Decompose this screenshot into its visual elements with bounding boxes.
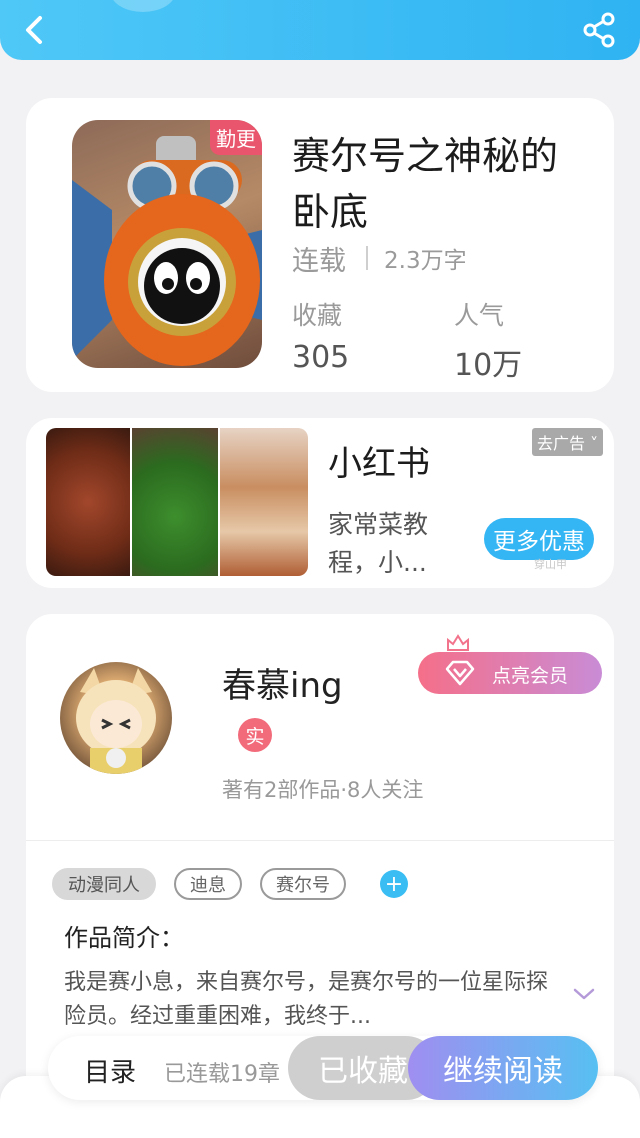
book-title: 赛尔号之神秘的卧底 bbox=[292, 134, 559, 234]
book-meta: 连载 2.3万字 bbox=[292, 240, 467, 277]
intro-title: 作品简介： bbox=[64, 924, 184, 952]
favorites-value: 305 bbox=[292, 340, 350, 375]
intro-text: 我是赛小息，来自赛尔号，是赛尔号的一位星际探险员。经过重重困难，我终于... bbox=[64, 970, 549, 1029]
popularity-label: 人气 bbox=[454, 301, 505, 330]
share-button[interactable] bbox=[580, 10, 620, 50]
author-stats: 著有2部作品·8人关注 bbox=[222, 778, 424, 802]
avatar-illustration bbox=[76, 668, 156, 774]
remove-ad-button[interactable]: 去广告 ˅ bbox=[532, 428, 604, 456]
author-name[interactable]: 春慕ing bbox=[222, 658, 343, 707]
tag-item[interactable]: 迪息 bbox=[174, 868, 242, 900]
share-icon bbox=[583, 12, 615, 48]
ad-image-recipes bbox=[220, 428, 308, 576]
chevron-left-icon bbox=[26, 16, 42, 44]
expand-intro-button[interactable] bbox=[572, 986, 596, 1002]
ad-image-greens bbox=[132, 428, 218, 576]
chapter-progress: 已连载19章 bbox=[164, 1062, 280, 1087]
book-info-card: 勤更 赛尔号之神秘的卧底 连载 2.3万字 收藏 305 人气 10万 bbox=[26, 98, 614, 392]
word-count: 2.3万字 bbox=[384, 248, 467, 274]
back-button[interactable] bbox=[16, 10, 56, 50]
chevron-down-icon bbox=[573, 988, 595, 1000]
cover-illustration bbox=[72, 136, 262, 366]
book-cover[interactable]: 勤更 bbox=[72, 120, 262, 368]
ad-cta-button[interactable]: 更多优惠 bbox=[484, 518, 594, 560]
ad-source: 穿山甲 bbox=[534, 558, 567, 571]
ad-image-braised-pork bbox=[46, 428, 130, 576]
toc-button[interactable]: 目录 bbox=[84, 1052, 136, 1089]
tag-item[interactable]: 动漫同人 bbox=[52, 868, 156, 900]
header-decoration bbox=[110, 0, 176, 12]
cover-tag: 勤更 bbox=[210, 120, 262, 155]
continue-reading-button[interactable]: 继续阅读 bbox=[408, 1036, 598, 1100]
section-divider bbox=[26, 840, 614, 841]
ad-title: 小红书 bbox=[328, 444, 430, 484]
popularity-value: 10万 bbox=[454, 348, 523, 383]
verified-badge: 实 bbox=[238, 718, 272, 752]
tag-list: 动漫同人 迪息 赛尔号 + bbox=[52, 868, 408, 900]
ad-card[interactable]: 小红书 家常菜教程，小... 去广告 ˅ 更多优惠 穿山甲 bbox=[26, 418, 614, 588]
add-tag-button[interactable]: + bbox=[380, 870, 408, 898]
top-app-bar bbox=[0, 0, 640, 60]
vip-button[interactable]: 点亮会员 bbox=[418, 634, 602, 694]
tag-item[interactable]: 赛尔号 bbox=[260, 868, 346, 900]
ad-image-collage bbox=[46, 428, 308, 576]
bottom-action-bar: 目录 已连载19章 已收藏 继续阅读 bbox=[48, 1036, 598, 1100]
vip-button-label: 点亮会员 bbox=[492, 665, 569, 687]
crown-icon bbox=[447, 634, 469, 651]
remove-ad-label: 去广告 bbox=[537, 434, 586, 453]
meta-divider bbox=[366, 246, 368, 270]
ad-description: 家常菜教程，小... bbox=[328, 510, 429, 577]
chevron-down-icon: ˅ bbox=[590, 434, 599, 453]
favorites-label: 收藏 bbox=[292, 301, 343, 330]
author-avatar[interactable] bbox=[60, 662, 172, 774]
diamond-icon bbox=[445, 660, 475, 686]
book-status: 连载 bbox=[292, 245, 346, 277]
plus-icon: + bbox=[384, 871, 404, 897]
